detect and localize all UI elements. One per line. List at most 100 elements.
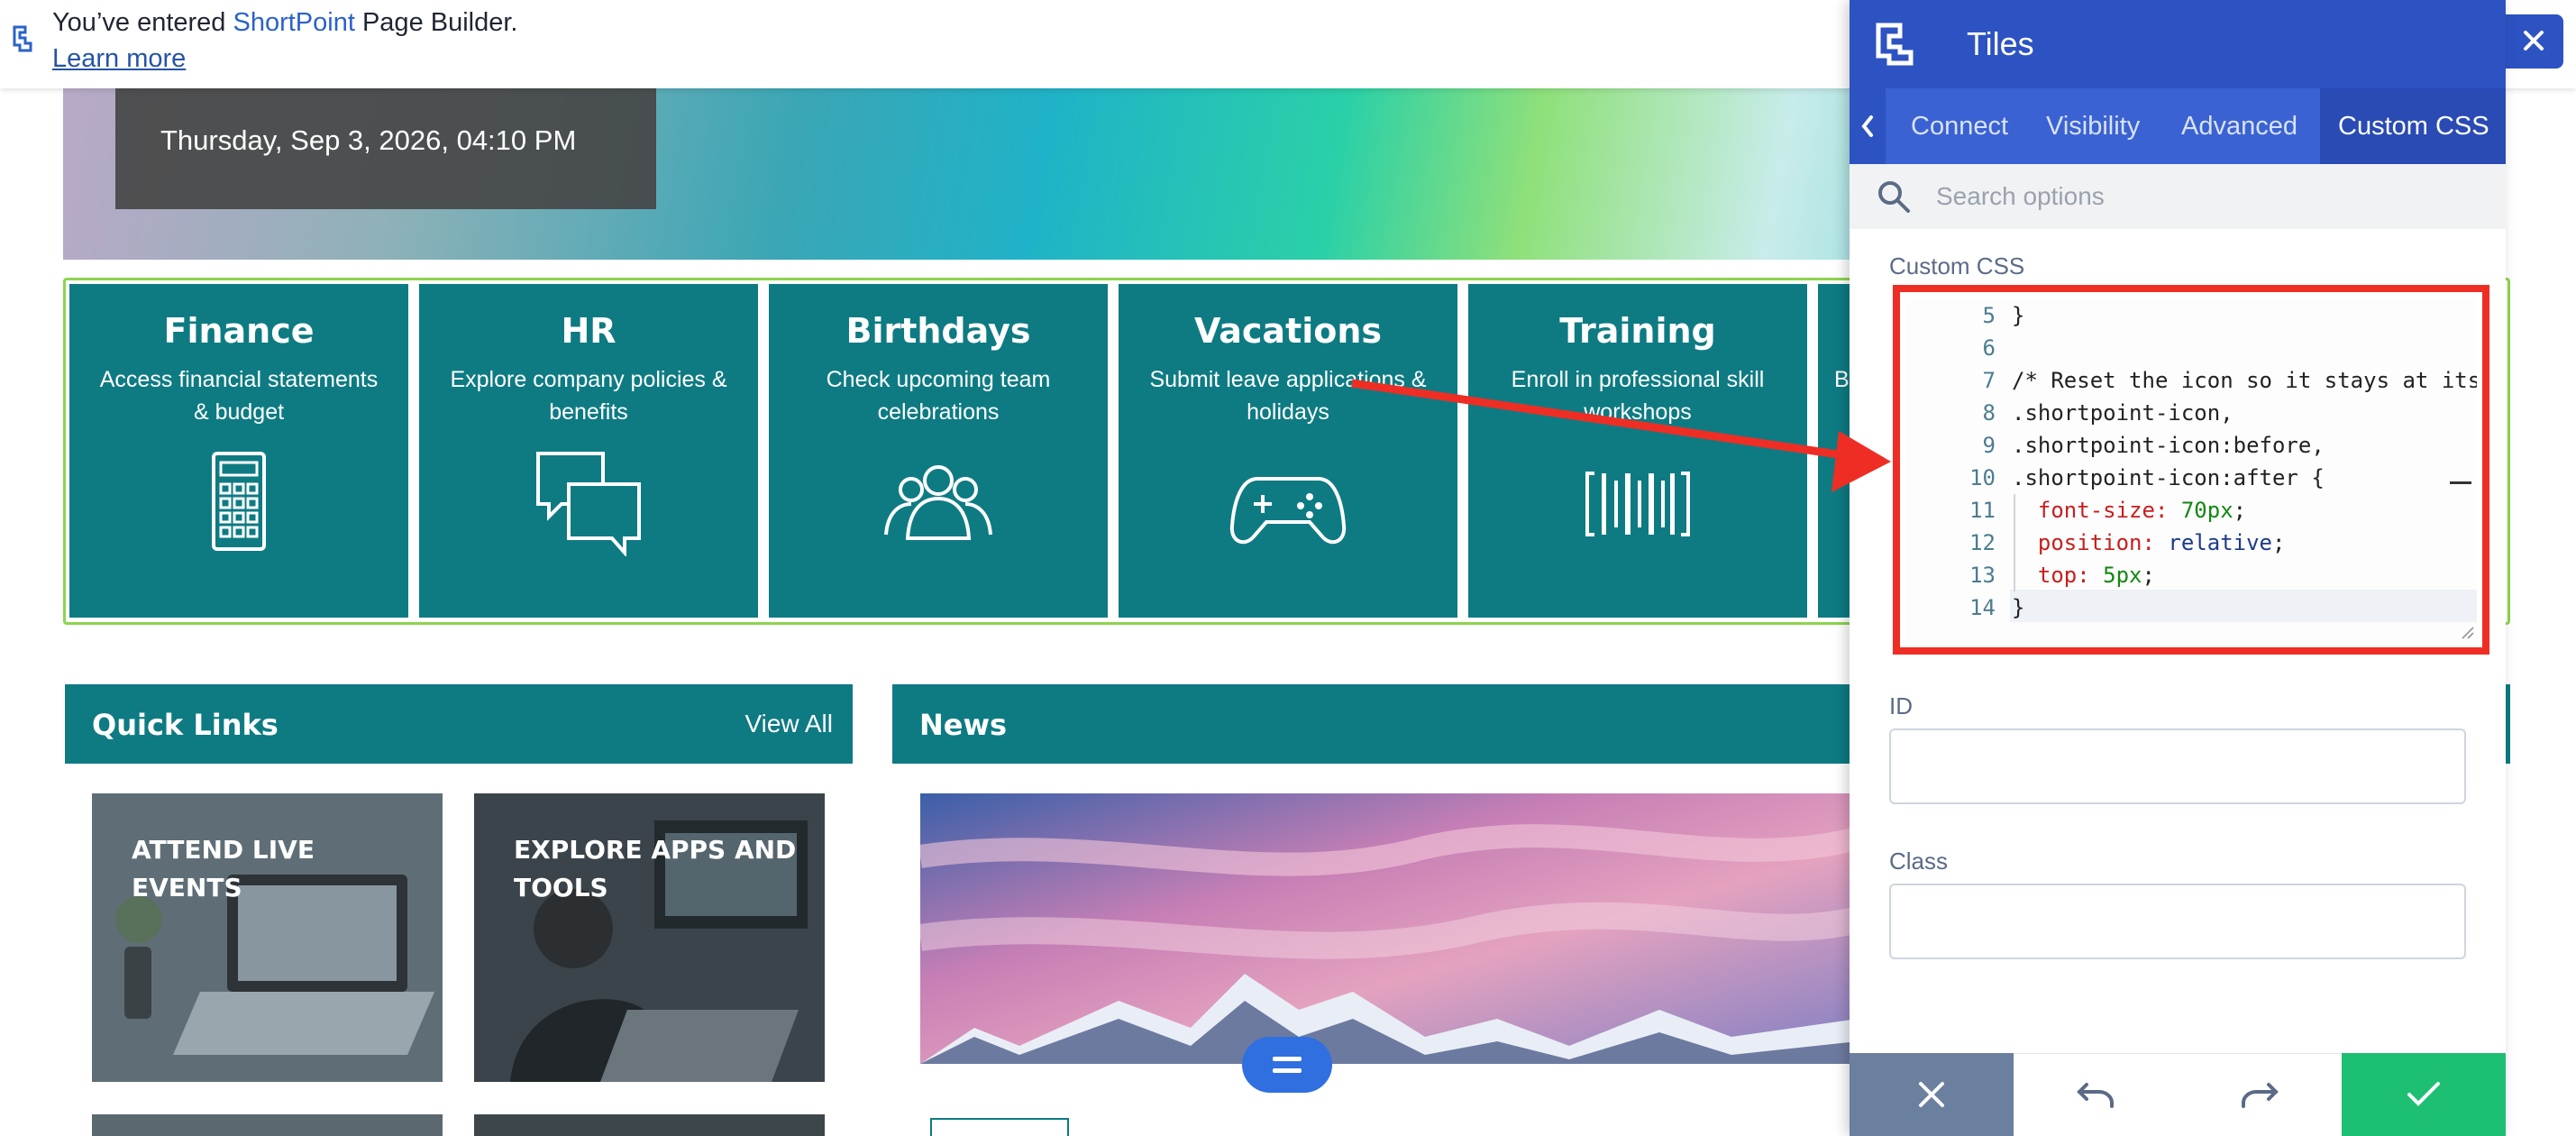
learn-more-link[interactable]: Learn more	[52, 43, 186, 74]
tile-title: Vacations	[1193, 311, 1383, 351]
panel-header: Tiles	[1850, 0, 2506, 88]
tab-advanced[interactable]: Advanced	[2181, 112, 2297, 142]
gamepad-icon	[1229, 477, 1347, 545]
people-group-icon	[884, 465, 992, 540]
line-number: 5	[1982, 303, 1996, 328]
news-category-tag[interactable]	[930, 1118, 1069, 1136]
tabs-back-button[interactable]	[1850, 88, 1886, 164]
id-label: ID	[1889, 692, 1913, 719]
news-image[interactable]	[920, 793, 1858, 1064]
custom-css-editor[interactable]: 5 6 7 8 9 10 11 12 13 14 } /* Reset the icon so it…	[1905, 298, 2477, 642]
line-number: 13	[1969, 563, 1996, 588]
tile-description: Access financial statements & budget	[99, 367, 379, 425]
tile-description: Check upcoming team celebrations	[826, 367, 1051, 425]
view-all-link[interactable]: View All	[744, 710, 833, 738]
search-icon	[1878, 181, 1910, 213]
close-icon	[1919, 1082, 1944, 1107]
close-builder-button[interactable]	[2506, 14, 2563, 69]
calculator-icon	[212, 452, 266, 551]
panel-title: Tiles	[1967, 25, 2034, 62]
tile-finance[interactable]: Finance Access financial statements & bu…	[69, 284, 408, 618]
quick-link-card[interactable]	[474, 1114, 825, 1136]
line-number: 12	[1969, 530, 1996, 555]
css-property: position:	[2037, 530, 2155, 555]
tile-training[interactable]: Training Enroll in professional skill wo…	[1468, 284, 1807, 618]
scroll-indicator[interactable]	[2450, 481, 2471, 484]
code-line: .shortpoint-icon,	[2012, 400, 2233, 426]
code-line: }	[2012, 303, 2025, 328]
tile-title: Finance	[163, 311, 315, 351]
undo-icon	[2077, 1082, 2114, 1108]
tile-vacations[interactable]: Vacations Submit leave applications & ho…	[1119, 284, 1457, 618]
quick-link-card[interactable]: EXPLORE APPS AND TOOLS	[474, 793, 825, 1082]
class-label: Class	[1889, 847, 1949, 875]
class-field[interactable]	[1889, 884, 2466, 959]
code-line: font-size: 70px;	[2012, 494, 2246, 527]
custom-css-label: Custom CSS	[1889, 252, 2025, 279]
tile-title: Birthdays	[845, 311, 1031, 351]
chevron-left-icon	[1861, 115, 1873, 137]
close-icon	[2524, 31, 2544, 50]
tab-custom-css[interactable]: Custom CSS	[2338, 112, 2489, 142]
quick-link-label: EXPLORE APPS AND TOOLS	[514, 835, 797, 902]
quick-link-label: ATTEND LIVE EVENTS	[132, 835, 315, 902]
css-value: 70px	[2180, 498, 2233, 523]
tile-description: Enroll in professional skill workshops	[1511, 367, 1765, 425]
undo-button[interactable]	[2014, 1053, 2178, 1136]
line-number: 9	[1982, 433, 1996, 458]
indent-guide	[2014, 494, 2015, 591]
cancel-button[interactable]	[1850, 1053, 2014, 1136]
notification-brand: ShortPoint	[233, 8, 355, 37]
date-text: Thursday, Sep 3, 2026, 04:10 PM	[160, 124, 577, 156]
code-line: /* Reset the icon so it stays at its	[2012, 368, 2477, 393]
save-button[interactable]	[2342, 1053, 2506, 1136]
notification-prefix: You’ve entered	[52, 8, 233, 37]
quick-links-header: Quick Links View All	[65, 684, 853, 764]
panel-footer	[1850, 1053, 2506, 1136]
tile-title: HR	[561, 311, 617, 351]
line-number-gutter: 5 6 7 8 9 10 11 12 13 14	[1905, 298, 2010, 642]
code-line: .shortpoint-icon:after {	[2012, 465, 2325, 490]
redo-button[interactable]	[2178, 1053, 2342, 1136]
shortpoint-logo-icon	[1876, 23, 1914, 66]
tile-title: Training	[1559, 311, 1716, 351]
code-line: position: relative;	[2012, 527, 2286, 559]
line-number: 6	[1982, 335, 1996, 361]
barcode-icon	[1585, 472, 1690, 536]
css-property: font-size:	[2037, 498, 2169, 523]
line-number: 11	[1969, 498, 1996, 523]
search-input[interactable]	[1936, 177, 2459, 216]
builder-menu-button[interactable]	[1242, 1037, 1332, 1093]
quick-link-card[interactable]	[92, 1114, 443, 1136]
page: Thursday, Sep 3, 2026, 04:10 PM Finance …	[0, 0, 2576, 1136]
close-builder-area	[2506, 0, 2576, 88]
tab-visibility[interactable]: Visibility	[2046, 112, 2140, 142]
options-search	[1850, 164, 2506, 229]
css-semicolon: ;	[2272, 530, 2286, 555]
id-field[interactable]	[1889, 728, 2466, 804]
tab-connect[interactable]: Connect	[1911, 112, 2008, 142]
tile-description: Submit leave applications & holidays	[1149, 367, 1427, 425]
css-semicolon: ;	[2233, 498, 2247, 523]
line-number: 7	[1982, 368, 1996, 393]
css-property: top:	[2037, 563, 2090, 588]
resize-handle-icon[interactable]	[2461, 626, 2475, 640]
equals-icon	[1273, 1057, 1302, 1073]
tile-birthdays[interactable]: Birthdays Check upcoming team celebratio…	[769, 284, 1108, 618]
custom-css-highlight: 5 6 7 8 9 10 11 12 13 14 } /* Reset the icon so it…	[1893, 285, 2489, 655]
code-line: }	[2012, 595, 2025, 620]
code-line: .shortpoint-icon:before,	[2012, 433, 2325, 458]
css-value: 5px	[2103, 563, 2142, 588]
checkmark-icon	[2407, 1082, 2440, 1106]
notification-suffix: Page Builder.	[354, 8, 518, 37]
tile-hr[interactable]: HR Explore company policies & benefits	[419, 284, 758, 618]
css-semicolon: ;	[2142, 563, 2155, 588]
news-title: News	[919, 708, 1008, 742]
redo-icon	[2242, 1082, 2279, 1108]
line-number: 14	[1969, 595, 1996, 620]
css-value: relative	[2168, 530, 2272, 555]
current-line-highlight	[2010, 590, 2477, 622]
quick-link-card[interactable]: ATTEND LIVE EVENTS	[92, 793, 443, 1082]
